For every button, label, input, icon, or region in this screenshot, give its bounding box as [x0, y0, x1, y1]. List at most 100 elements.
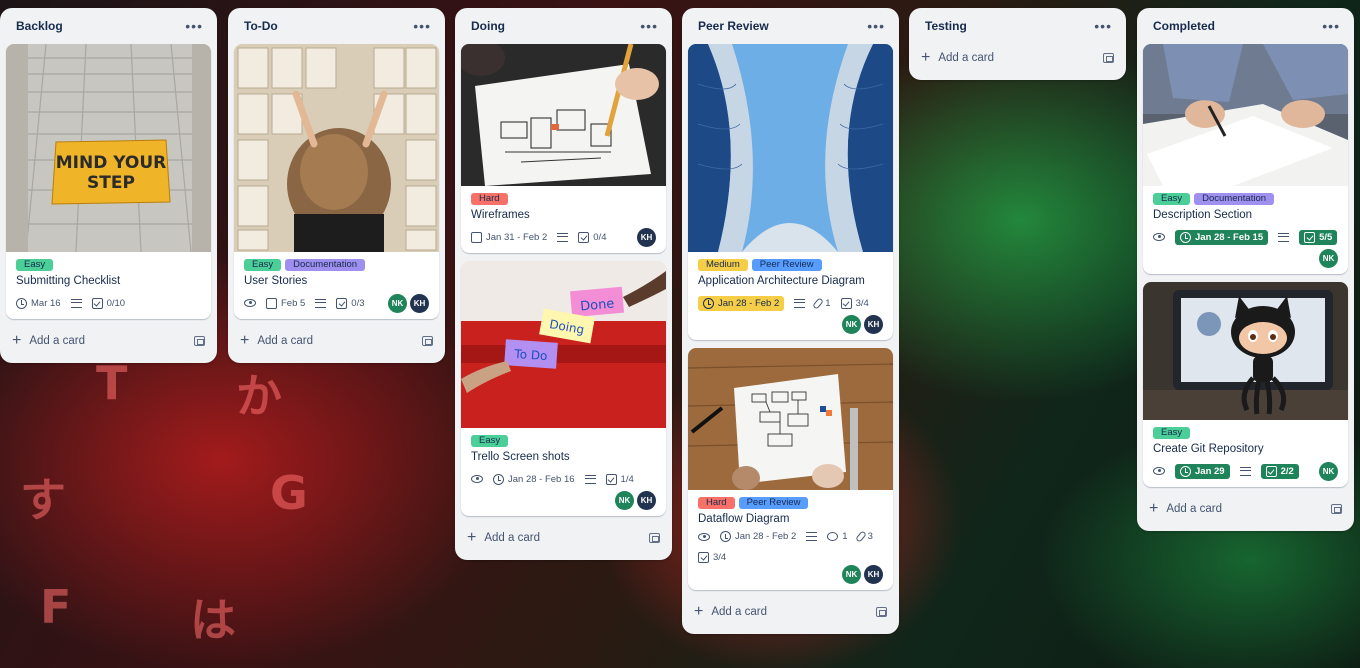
checklist-icon	[91, 297, 103, 309]
card-members: NK KH	[388, 293, 429, 313]
checklist-badge: 2/2	[1260, 463, 1299, 479]
description-badge	[1239, 466, 1251, 476]
list-backlog: Backlog ••• MIND YOUR STEP Easy Submitti…	[0, 8, 217, 363]
avatar[interactable]: KH	[864, 565, 883, 584]
card-badges: Jan 28 - Feb 2 1 3/4	[698, 293, 883, 313]
add-card-button[interactable]: + Add a card	[467, 529, 540, 547]
ellipsis-icon[interactable]: •••	[1322, 18, 1340, 34]
description-icon	[1278, 232, 1290, 242]
list-title[interactable]: Doing	[471, 19, 505, 33]
avatar[interactable]: NK	[388, 293, 407, 313]
avatar[interactable]: NK	[842, 565, 861, 584]
due-date-badge[interactable]: Jan 29	[1175, 463, 1230, 479]
card-title: User Stories	[244, 275, 308, 287]
comment-count: 1	[842, 531, 848, 542]
card[interactable]: Easy Documentation User Stories Feb 5 0/…	[234, 44, 439, 319]
due-date-badge: Jan 28 - Feb 16	[493, 473, 575, 485]
ellipsis-icon[interactable]: •••	[867, 18, 885, 34]
card[interactable]: Easy Create Git Repository Jan 29 2/2 NK	[1143, 282, 1348, 487]
list-title[interactable]: Testing	[925, 19, 967, 33]
card[interactable]: Hard Wireframes Jan 31 - Feb 2 0/4 KH	[461, 44, 666, 253]
avatar[interactable]: NK	[842, 315, 861, 334]
label-documentation: Documentation	[285, 259, 366, 271]
svg-text:STEP: STEP	[87, 173, 135, 193]
card-cover-image	[688, 348, 893, 490]
checkbox-icon	[471, 231, 482, 243]
card-cover-image: MIND YOUR STEP	[6, 44, 211, 252]
list-header: Testing •••	[915, 8, 1120, 44]
due-date-text: Jan 28 - Feb 2	[718, 297, 780, 309]
attachment-badge: 3	[854, 530, 873, 543]
list-title[interactable]: Peer Review	[698, 19, 769, 33]
card-template-icon[interactable]	[1331, 504, 1342, 514]
list-title[interactable]: Backlog	[16, 19, 63, 33]
sticky-note-done: Done	[580, 297, 615, 315]
watch-badge	[244, 299, 256, 307]
card[interactable]: MIND YOUR STEP Easy Submitting Checklist…	[6, 44, 211, 319]
checklist-text: 0/10	[106, 297, 126, 309]
avatar[interactable]: KH	[637, 491, 656, 510]
description-badge	[806, 532, 818, 541]
add-card-button[interactable]: + Add a card	[694, 603, 767, 621]
description-badge	[794, 298, 806, 308]
card-cover-image	[234, 44, 439, 252]
card-members: KH	[637, 227, 656, 247]
description-icon	[794, 298, 806, 308]
clock-icon	[1180, 231, 1191, 243]
paperclip-icon	[854, 530, 867, 543]
list-title[interactable]: To-Do	[244, 19, 278, 33]
avatar[interactable]: KH	[410, 293, 429, 313]
avatar[interactable]: KH	[864, 315, 883, 334]
label-medium: Medium	[698, 259, 748, 271]
due-date-badge[interactable]: Jan 28 - Feb 15	[1175, 229, 1269, 245]
checklist-icon	[1265, 465, 1277, 477]
plus-icon: +	[12, 332, 22, 349]
card-members: NK KH	[698, 315, 883, 334]
ellipsis-icon[interactable]: •••	[1094, 18, 1112, 34]
eye-icon	[1153, 467, 1165, 475]
checklist-badge: 5/5	[1299, 229, 1338, 245]
label-easy: Easy	[16, 259, 54, 271]
avatar[interactable]: NK	[615, 491, 634, 510]
add-card-button[interactable]: + Add a card	[240, 332, 313, 350]
comment-icon	[827, 532, 839, 541]
card[interactable]: Easy Documentation Description Section J…	[1143, 44, 1348, 274]
comment-badge: 1	[827, 531, 848, 542]
card-members: NK KH	[698, 565, 883, 584]
description-badge	[70, 298, 82, 308]
checklist-icon	[840, 297, 852, 309]
description-badge	[557, 232, 569, 242]
due-date-text: Jan 28 - Feb 2	[735, 531, 797, 542]
card[interactable]: Done Doing To Do Easy Trello Screen shot…	[461, 261, 666, 516]
add-card-button[interactable]: + Add a card	[1149, 500, 1222, 518]
card[interactable]: Hard Peer Review Dataflow Diagram Jan 28…	[688, 348, 893, 590]
ellipsis-icon[interactable]: •••	[413, 18, 431, 34]
ellipsis-icon[interactable]: •••	[640, 18, 658, 34]
card-template-icon[interactable]	[649, 533, 660, 543]
watch-badge	[1153, 233, 1165, 241]
clock-icon	[493, 473, 504, 485]
description-icon	[1239, 466, 1251, 476]
card-title: Description Section	[1153, 209, 1253, 221]
card-template-icon[interactable]	[1103, 53, 1114, 63]
add-card-button[interactable]: + Add a card	[12, 332, 85, 350]
list-title[interactable]: Completed	[1153, 19, 1215, 33]
due-date-badge[interactable]: Jan 28 - Feb 2	[698, 295, 785, 311]
label-hard: Hard	[698, 497, 735, 509]
card[interactable]: Medium Peer Review Application Architect…	[688, 44, 893, 340]
description-icon	[70, 298, 82, 308]
avatar[interactable]: NK	[1319, 249, 1338, 268]
avatar[interactable]: KH	[637, 227, 656, 247]
card-badges: Jan 29 2/2 NK	[1153, 461, 1338, 481]
description-icon	[557, 232, 569, 242]
background-key: は	[190, 593, 236, 647]
add-card-button[interactable]: + Add a card	[921, 49, 994, 67]
list-header: Completed •••	[1143, 8, 1348, 44]
card-template-icon[interactable]	[194, 336, 205, 346]
card-template-icon[interactable]	[876, 607, 887, 617]
avatar[interactable]: NK	[1319, 461, 1338, 481]
add-card-label: Add a card	[29, 335, 85, 347]
label-hard: Hard	[471, 193, 508, 205]
card-template-icon[interactable]	[422, 336, 433, 346]
ellipsis-icon[interactable]: •••	[185, 18, 203, 34]
